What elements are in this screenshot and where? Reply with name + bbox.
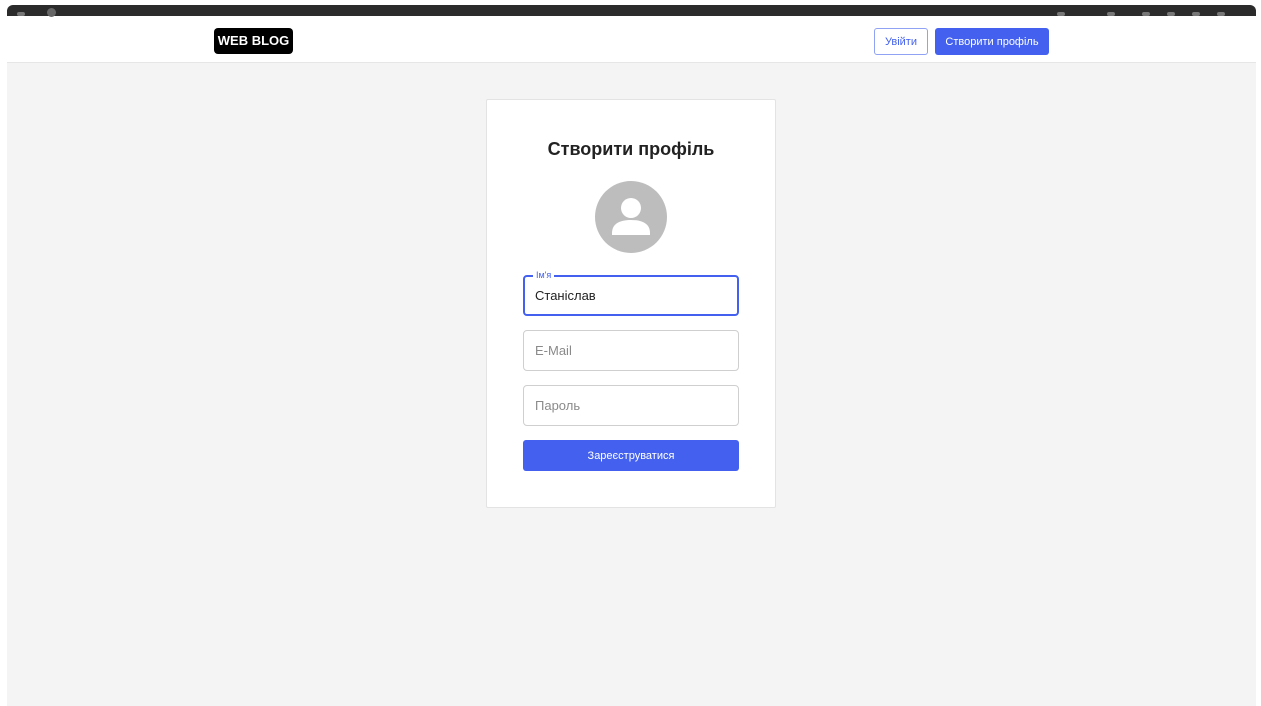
browser-ext-icon[interactable] [1192, 12, 1200, 16]
email-field[interactable] [523, 330, 739, 371]
browser-ext-icon[interactable] [1107, 12, 1115, 16]
login-button[interactable]: Увійти [874, 28, 928, 55]
name-field[interactable]: Ім'я [523, 270, 739, 316]
name-input[interactable] [525, 277, 737, 314]
browser-ext-icon[interactable] [1057, 12, 1065, 16]
password-field[interactable] [523, 385, 739, 426]
browser-menu-icon[interactable] [1217, 12, 1225, 16]
registration-card: Створити профіль Ім'я Зареєструватися [486, 99, 776, 508]
site-logo[interactable]: WEB BLOG [214, 28, 293, 54]
page-viewport: WEB BLOG Увійти Створити профіль Створит… [7, 20, 1256, 706]
email-input[interactable] [524, 331, 738, 370]
browser-reload-icon[interactable] [47, 8, 56, 17]
browser-ext-icon[interactable] [1167, 12, 1175, 16]
browser-ext-icon[interactable] [1142, 12, 1150, 16]
create-profile-button[interactable]: Створити профіль [935, 28, 1049, 55]
user-avatar-icon[interactable] [595, 181, 667, 253]
page-title: Створити профіль [547, 139, 715, 159]
browser-back-icon[interactable] [17, 12, 25, 16]
site-header: WEB BLOG Увійти Створити профіль [7, 20, 1256, 63]
avatar-silhouette [612, 198, 650, 235]
password-input[interactable] [524, 386, 738, 425]
register-button[interactable]: Зареєструватися [523, 440, 739, 471]
browser-toolbar [7, 5, 1256, 17]
browser-chrome [0, 0, 1261, 20]
